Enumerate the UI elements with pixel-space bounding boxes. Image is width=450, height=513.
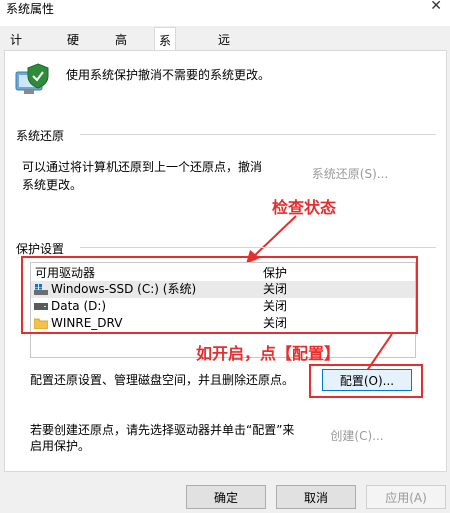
protection-divider — [80, 247, 436, 248]
create-text-line1: 若要创建还原点，请先选择驱动器并单击“配置”来 — [30, 423, 295, 437]
intro-text: 使用系统保护撤消不需要的系统更改。 — [66, 68, 271, 82]
system-protect-icon — [15, 63, 49, 94]
system-restore-button[interactable]: 系统还原(S)... — [296, 163, 404, 185]
restore-description-line2: 系统更改。 — [22, 178, 83, 192]
create-text-line2: 启用保护。 — [30, 439, 91, 453]
cancel-button[interactable]: 取消 — [276, 485, 356, 509]
restore-description-line1: 可以通过将计算机还原到上一个还原点，撤消 — [22, 160, 263, 174]
annotation-highlight-box — [309, 364, 423, 398]
annotation-open-hint: 如开启，点【配置】 — [196, 344, 341, 363]
window-title: 系统属性 — [6, 2, 55, 16]
close-icon[interactable]: ✕ — [430, 0, 442, 14]
restore-section-label: 系统还原 — [16, 127, 69, 144]
apply-button[interactable]: 应用(A) — [366, 485, 446, 509]
tab-remote[interactable]: 远程 — [218, 30, 230, 67]
ok-button[interactable]: 确定 — [186, 485, 266, 509]
tab-hardware[interactable]: 硬件 — [67, 30, 79, 67]
protection-section-label: 保护设置 — [16, 240, 69, 257]
tab-computer-name[interactable]: 计算机名 — [10, 30, 22, 107]
tab-system-protection[interactable]: 系统保护 — [154, 27, 177, 126]
annotation-highlight-box — [21, 256, 418, 334]
restore-divider — [80, 134, 436, 135]
configure-text: 配置还原设置、管理磁盘空间，并且删除还原点。 — [30, 373, 295, 387]
tab-advanced[interactable]: 高级 — [115, 30, 127, 67]
create-button[interactable]: 创建(C)... — [322, 425, 392, 447]
title-bar: 系统属性 ✕ — [0, 0, 450, 26]
